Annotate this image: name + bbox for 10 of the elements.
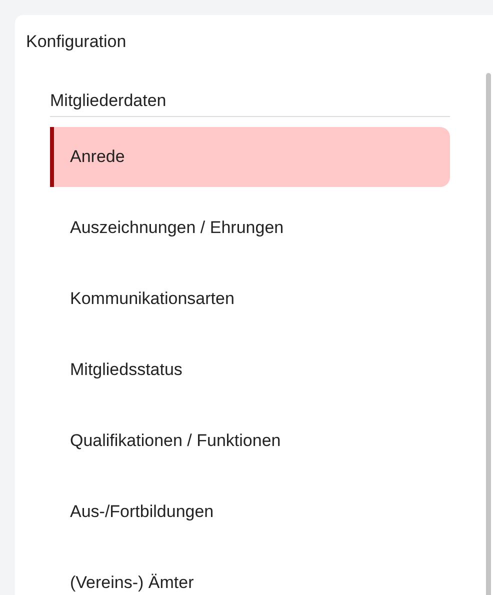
section-heading: Mitgliederdaten: [50, 90, 450, 117]
nav-item[interactable]: (Vereins-) Ämter: [50, 553, 450, 595]
panel-title: Konfiguration: [26, 31, 128, 53]
nav-item[interactable]: Anrede: [50, 127, 450, 187]
nav-item[interactable]: Auszeichnungen / Ehrungen: [50, 198, 450, 258]
nav-item[interactable]: Aus-/Fortbildungen: [50, 482, 450, 542]
scrollbar[interactable]: [486, 73, 491, 595]
nav-item[interactable]: Mitgliedsstatus: [50, 340, 450, 400]
nav-item[interactable]: Qualifikationen / Funktionen: [50, 411, 450, 471]
nav-item[interactable]: Kommunikationsarten: [50, 269, 450, 329]
